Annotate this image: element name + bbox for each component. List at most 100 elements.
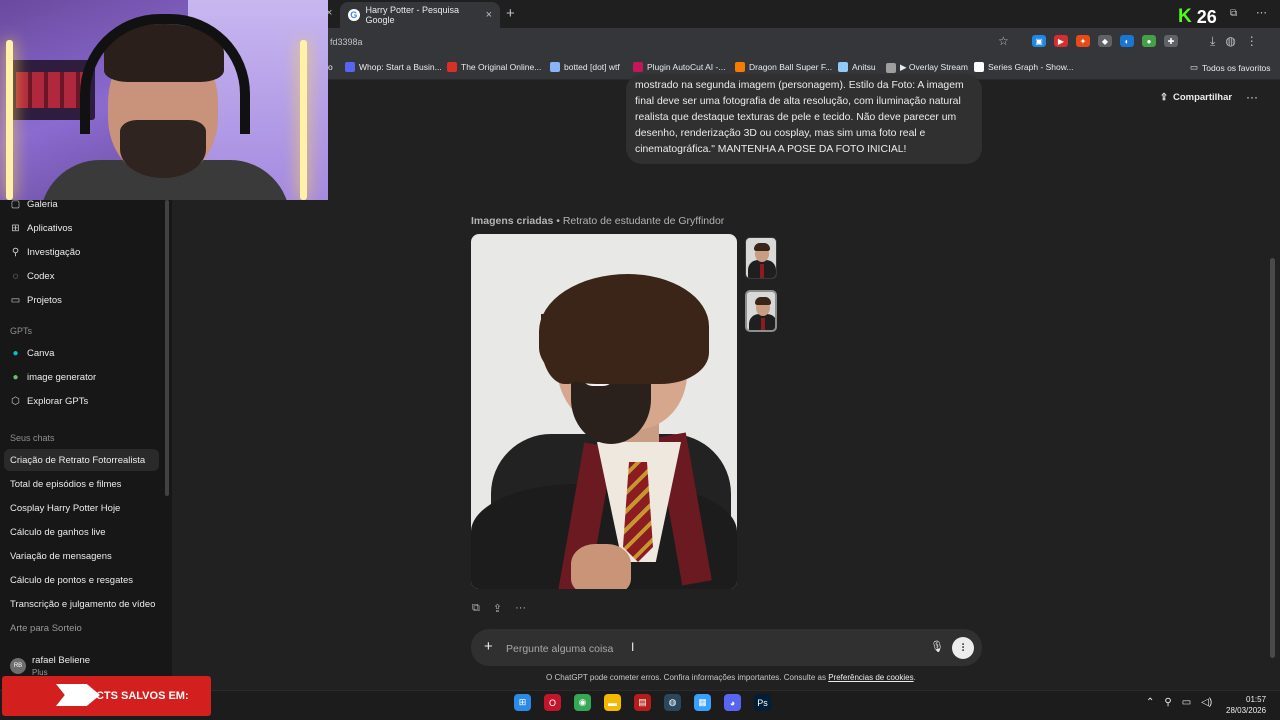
chevron-up-icon[interactable]: ⌃ (1146, 697, 1154, 708)
bookmark-item[interactable]: Anitsu (838, 62, 876, 72)
clock-date: 28/03/2026 (1226, 706, 1267, 715)
extension-icon[interactable]: ▶ (1054, 35, 1068, 47)
bookmark-label: Dragon Ball Super F... (749, 62, 833, 72)
bookmark-label: Whop: Start a Busin... (359, 62, 442, 72)
share-button[interactable]: ⇪ Compartilhar (1160, 92, 1232, 103)
cookie-preferences-link[interactable]: Preferências de cookies (828, 673, 913, 682)
bookmark-item[interactable]: The Original Online... (447, 62, 541, 72)
sidebar-item-label: Explorar GPTs (27, 396, 89, 407)
window-controls-icon[interactable]: ⋯ (1256, 6, 1267, 19)
bookmark-item[interactable]: Series Graph - Show... (974, 62, 1074, 72)
chat-history-item[interactable]: Criação de Retrato Fotorrealista (10, 455, 145, 466)
sidebar-item[interactable]: ⊞ Aplicativos (10, 223, 72, 234)
browser-right-buttons: ⤓ ◍ ⋮ (1210, 34, 1258, 49)
opera-icon[interactable]: O (544, 694, 561, 711)
canva-icon: ● (12, 348, 19, 359)
tab-close-icon[interactable]: × (486, 9, 492, 21)
explorer-icon[interactable]: ▬ (604, 694, 621, 711)
explore-gpts-icon: ⬡ (11, 396, 20, 407)
extension-icon[interactable]: ◆ (1098, 35, 1112, 47)
user-message-bubble: mostrado na segunda imagem (personagem).… (626, 74, 982, 164)
all-bookmarks-button[interactable]: ▭ Todos os favoritos (1190, 62, 1271, 73)
sidebar-item[interactable]: ● image generator (10, 372, 96, 383)
monitor-icon[interactable]: ▭ (1182, 697, 1191, 708)
bookmark-item[interactable]: ▶ Overlay Stream (886, 62, 968, 73)
bookmark-favicon-icon (886, 62, 896, 73)
more-options-icon[interactable]: ··· (1246, 90, 1258, 104)
notepad-icon[interactable]: ▦ (694, 694, 711, 711)
microphone-icon[interactable]: 🎙︎ (930, 640, 944, 653)
voice-mode-icon[interactable]: ⫶ (952, 637, 974, 659)
user-name[interactable]: rafael Beliene (32, 655, 90, 666)
bookmark-item[interactable]: botted [dot] wtf (550, 62, 620, 72)
image-thumbnail-1[interactable] (745, 237, 777, 279)
gallery-icon: ▢ (10, 199, 21, 210)
url-text[interactable]: fd3398a (330, 37, 363, 47)
clock[interactable]: 01:57 28/03/2026 (1226, 694, 1266, 716)
extensions-bar: ▣ ▶ ✦ ◆ ◐ ● ✚ (1032, 35, 1178, 47)
google-icon: G (348, 9, 360, 21)
taskbar-apps: ⊞ O ◉ ▬ ▤ ◍ ▦ ◕ Ps (514, 694, 771, 711)
volume-icon[interactable]: ◁) (1201, 697, 1212, 708)
bookmark-star-icon[interactable]: ☆ (998, 34, 1009, 48)
chat-history-item[interactable]: Transcrição e julgamento de vídeo (10, 599, 155, 610)
chat-history-item[interactable]: Arte para Sorteio (10, 623, 82, 634)
extension-icon[interactable]: ▣ (1032, 35, 1046, 47)
bookmark-favicon-icon (550, 62, 560, 72)
chat-history-item[interactable]: Cosplay Harry Potter Hoje (10, 503, 120, 514)
mic-tray-icon[interactable]: ⚲ (1164, 697, 1171, 708)
bookmark-item[interactable]: Dragon Ball Super F... (735, 62, 832, 72)
sidebar-scrollbar[interactable] (165, 200, 169, 496)
image-actions: ⧉ ⇪ ··· (472, 602, 526, 615)
chat-history-item[interactable]: Cálculo de pontos e resgates (10, 575, 133, 586)
share-image-icon[interactable]: ⇪ (493, 602, 502, 615)
windows-start-icon[interactable]: ⊞ (514, 694, 531, 711)
webcam-overlay (0, 0, 328, 200)
bookmark-item[interactable]: o (328, 62, 333, 72)
copy-icon[interactable]: ⧉ (472, 602, 480, 615)
chat-history-item[interactable]: Total de episódios e filmes (10, 479, 121, 490)
kick-count: 26 (1196, 6, 1217, 27)
bookmark-favicon-icon (633, 62, 643, 72)
bookmark-favicon-icon (838, 62, 848, 72)
message-line: mostrado na segunda imagem (personagem).… (635, 80, 964, 91)
tab-harry-potter-search[interactable]: G Harry Potter - Pesquisa Google × (340, 2, 500, 28)
new-tab-button[interactable]: + (506, 5, 515, 22)
generated-image[interactable] (471, 234, 737, 589)
text-cursor-icon: I (631, 640, 635, 654)
extension-icon[interactable]: ● (1142, 35, 1156, 47)
sidebar-item[interactable]: ● Canva (10, 348, 54, 359)
download-icon[interactable]: ⤓ (1210, 34, 1215, 49)
more-actions-icon[interactable]: ··· (515, 602, 526, 615)
disclaimer-text: O ChatGPT pode cometer erros. Confira in… (546, 673, 829, 682)
add-attachment-icon[interactable]: + (484, 638, 493, 655)
sidebar-item[interactable]: ▭ Projetos (10, 295, 62, 306)
extension-icon[interactable]: ✦ (1076, 35, 1090, 47)
bookmark-item[interactable]: Plugin AutoCut AI -... (633, 62, 725, 72)
sidebar-item[interactable]: ▢ Galeria (10, 199, 58, 210)
chat-history-item[interactable]: Variação de mensagens (10, 551, 112, 562)
bookmark-item[interactable]: Whop: Start a Busin... (345, 62, 442, 72)
menu-icon[interactable]: ⋮ (1246, 34, 1258, 49)
main-scrollbar[interactable] (1270, 258, 1275, 658)
discord-icon[interactable]: ◕ (724, 694, 741, 711)
profile-icon[interactable]: ◍ (1225, 34, 1235, 49)
photoshop-icon[interactable]: Ps (754, 694, 771, 711)
sidebar-item[interactable]: ⚲ Investigação (10, 247, 81, 258)
media-app-icon[interactable]: ▤ (634, 694, 651, 711)
extension-icon[interactable]: ◐ (1120, 35, 1134, 47)
clock-time: 01:57 (1246, 695, 1267, 704)
kick-overlay: K 26 (1178, 6, 1217, 28)
sidebar-item-label: image generator (27, 372, 97, 383)
sidebar-item[interactable]: ⬡ Explorar GPTs (10, 396, 88, 407)
steam-icon[interactable]: ◍ (664, 694, 681, 711)
avatar[interactable]: RB (10, 658, 26, 674)
puzzle-icon[interactable]: ✚ (1164, 35, 1178, 47)
chrome-icon[interactable]: ◉ (574, 694, 591, 711)
sidebar-item[interactable]: ◌ Codex (10, 271, 55, 282)
kick-external-icon[interactable]: ⧉ (1230, 8, 1237, 19)
image-thumbnail-2[interactable] (745, 290, 777, 332)
research-icon: ⚲ (11, 247, 20, 258)
chat-history-item[interactable]: Cálculo de ganhos live (10, 527, 106, 538)
prompt-input[interactable] (506, 641, 886, 657)
